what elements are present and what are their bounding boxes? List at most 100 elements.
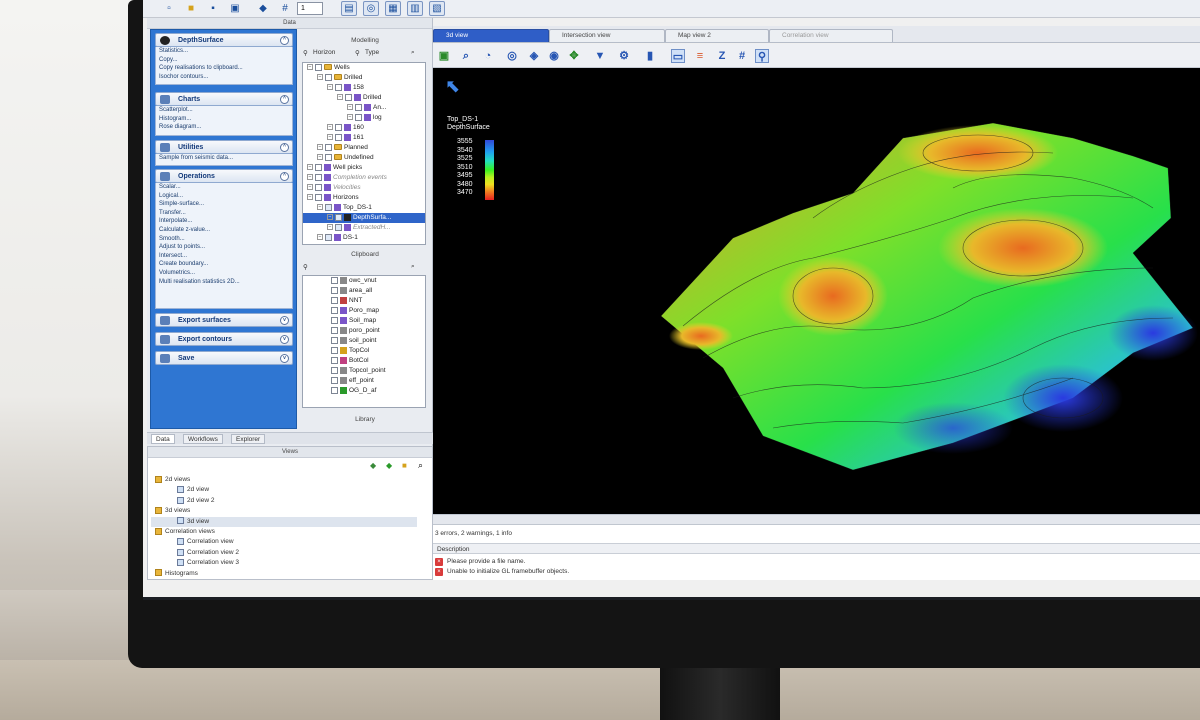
realisation-spinner[interactable]: 1 [297, 2, 323, 15]
visibility-checkbox[interactable] [331, 366, 338, 374]
pan-icon[interactable]: ✥ [567, 49, 581, 63]
folder-icon[interactable]: ■ [402, 461, 407, 470]
visibility-checkbox[interactable] [331, 286, 338, 294]
action-create-boundary[interactable]: Create boundary... [156, 260, 292, 269]
visibility-checkbox[interactable] [325, 153, 332, 161]
clipboard-item[interactable]: eff_point [327, 376, 425, 386]
action-statistics[interactable]: Statistics... [156, 47, 292, 56]
tree-node[interactable]: − ExtractedH... [303, 223, 425, 233]
expand-toggle-icon[interactable]: − [307, 184, 313, 191]
window-layout-icon[interactable]: ▤ [341, 1, 357, 16]
action-isochor-contours[interactable]: Isochor contours... [156, 73, 292, 82]
action-scalar[interactable]: Scalar... [156, 183, 292, 192]
expand-toggle-icon[interactable]: − [327, 224, 333, 231]
visibility-checkbox[interactable] [315, 173, 322, 181]
expand-toggle-icon[interactable]: − [347, 114, 353, 121]
tab-3d-view[interactable]: 3d view [433, 29, 549, 42]
section-save[interactable]: Save v [155, 351, 293, 365]
expand-toggle-icon[interactable]: − [317, 74, 323, 81]
expand-toggle-icon[interactable]: − [307, 164, 313, 171]
expand-toggle-icon[interactable]: − [327, 214, 333, 221]
view-tree-node[interactable]: Correlation view 2 [151, 548, 417, 558]
expand-toggle-icon[interactable]: − [317, 234, 323, 241]
action-simple-surface[interactable]: Simple-surface... [156, 200, 292, 209]
action-intersect[interactable]: Intersect... [156, 252, 292, 261]
visibility-checkbox[interactable] [345, 93, 352, 101]
expand-toggle-icon[interactable]: − [327, 134, 333, 141]
visibility-checkbox[interactable] [325, 203, 332, 211]
save-icon[interactable]: ▪ [205, 1, 221, 16]
view-tree-node[interactable]: 2d view [151, 485, 417, 495]
window-map-icon[interactable]: ▦ [385, 1, 401, 16]
visibility-checkbox[interactable] [315, 193, 322, 201]
action-rose-diagram[interactable]: Rose diagram... [156, 123, 292, 132]
new-file-icon[interactable]: ▫ [161, 1, 177, 16]
view-tree-node[interactable]: Correlation view [151, 537, 417, 547]
target-icon[interactable]: ◎ [505, 49, 519, 63]
visibility-checkbox[interactable] [331, 376, 338, 384]
visibility-checkbox[interactable] [335, 223, 342, 231]
visibility-checkbox[interactable] [335, 123, 342, 131]
view-tree-node[interactable]: Histograms [151, 569, 417, 579]
expand-toggle-icon[interactable]: − [337, 94, 343, 101]
expand-toggle-icon[interactable]: − [327, 84, 333, 91]
bookmark-icon[interactable]: ▮ [643, 49, 657, 63]
visibility-checkbox[interactable] [331, 306, 338, 314]
expand-icon[interactable]: v [280, 354, 289, 363]
message-row[interactable]: × Unable to initialize GL framebuffer obj… [435, 567, 569, 577]
clipboard-item[interactable]: area_all [327, 286, 425, 296]
measure-icon[interactable]: ◈ [527, 49, 541, 63]
grid-hash-icon[interactable]: # [277, 1, 293, 16]
tree-node[interactable]: − Velocities [303, 183, 425, 193]
expand-icon[interactable]: v [280, 316, 289, 325]
visibility-checkbox[interactable] [331, 346, 338, 354]
clipboard-item[interactable]: Topcol_point [327, 366, 425, 376]
visibility-checkbox[interactable] [331, 356, 338, 364]
action-transfer[interactable]: Transfer... [156, 209, 292, 218]
print-icon[interactable]: ▣ [227, 1, 243, 16]
visibility-checkbox[interactable] [355, 103, 362, 111]
search-icon[interactable]: ⌕ [411, 263, 415, 271]
clipboard-item[interactable]: soil_point [327, 336, 425, 346]
add-view-icon[interactable]: ◆ [370, 461, 376, 470]
visibility-checkbox[interactable] [331, 336, 338, 344]
visibility-checkbox[interactable] [331, 276, 338, 284]
visibility-checkbox[interactable] [315, 63, 322, 71]
visibility-checkbox[interactable] [331, 326, 338, 334]
action-adjust-points[interactable]: Adjust to points... [156, 243, 292, 252]
z-scale-icon[interactable]: Z [715, 49, 729, 63]
action-scatterplot[interactable]: Scatterplot... [156, 106, 292, 115]
action-volumetrics[interactable]: Volumetrics... [156, 269, 292, 278]
action-copy[interactable]: Copy... [156, 56, 292, 65]
tab-explorer[interactable]: Explorer [231, 434, 266, 444]
clipboard-item[interactable]: poro_point [327, 326, 425, 336]
action-multi-realisation[interactable]: Multi realisation statistics 2D... [156, 278, 292, 287]
zoom-icon[interactable]: ⌕ [459, 49, 473, 63]
expand-toggle-icon[interactable]: − [347, 104, 353, 111]
visibility-checkbox[interactable] [315, 183, 322, 191]
colorbar-icon[interactable]: ≡ [693, 49, 707, 63]
cube-icon[interactable]: ▣ [437, 49, 451, 63]
gem-icon[interactable]: ◆ [386, 461, 392, 470]
tab-correlation-view[interactable]: Correlation view [769, 29, 893, 42]
tree-node[interactable]: − Wells [303, 63, 425, 73]
settings-icon[interactable]: ⚙ [617, 49, 631, 63]
open-folder-icon[interactable]: ■ [183, 1, 199, 16]
clipboard-item[interactable]: TopCol [327, 346, 425, 356]
pick-icon[interactable]: ◉ [547, 49, 561, 63]
tree-node[interactable]: − 161 [303, 133, 425, 143]
tree-node[interactable]: − DS-1 [303, 233, 425, 243]
clipboard-item[interactable]: OG_D_af [327, 386, 425, 396]
3d-viewport[interactable]: ⬉ Top_DS-1 DepthSurface 3555 3540 3525 3510… [433, 68, 1200, 514]
collapse-icon[interactable]: ^ [280, 36, 289, 45]
tab-data[interactable]: Data [151, 434, 175, 444]
visibility-checkbox[interactable] [325, 73, 332, 81]
action-copy-realisations[interactable]: Copy realisations to clipboard... [156, 64, 292, 73]
expand-icon[interactable]: v [280, 335, 289, 344]
collapse-icon[interactable]: ^ [280, 143, 289, 152]
expand-toggle-icon[interactable]: − [317, 154, 323, 161]
action-smooth[interactable]: Smooth... [156, 235, 292, 244]
tree-node[interactable]: − 158 [303, 83, 425, 93]
visibility-checkbox[interactable] [325, 233, 332, 241]
visibility-checkbox[interactable] [325, 143, 332, 151]
